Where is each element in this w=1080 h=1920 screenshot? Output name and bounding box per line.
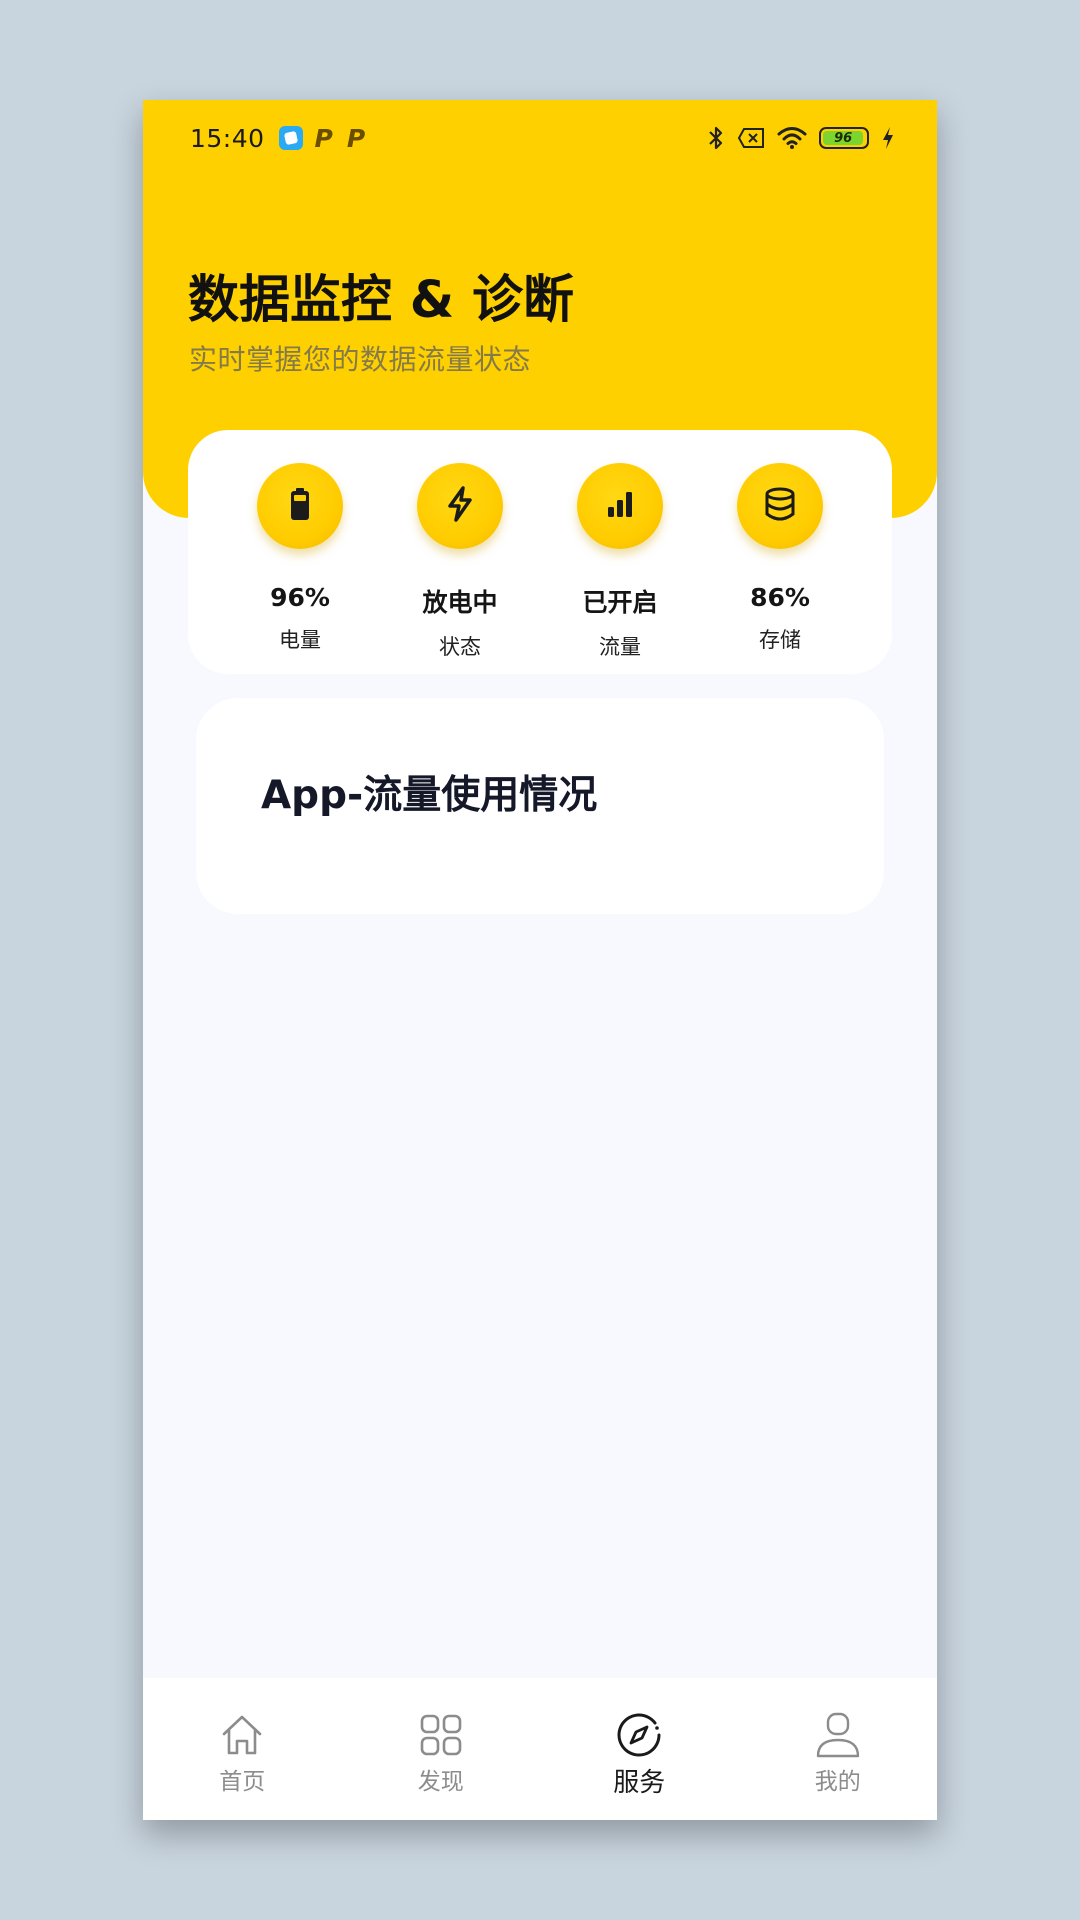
grid-icon	[419, 1710, 463, 1760]
tab-label: 首页	[219, 1769, 266, 1795]
stat-icon-circle	[577, 463, 663, 549]
page-title: 数据监控 & 诊断	[188, 271, 574, 330]
notification-p-icon: P	[314, 123, 333, 153]
signal-bars-icon	[606, 490, 634, 522]
app-card-title: App-流量使用情况	[261, 773, 598, 818]
stat-label: 流量	[599, 635, 641, 659]
compass-icon	[615, 1710, 663, 1760]
user-icon	[815, 1710, 861, 1760]
stat-icon-circle	[737, 463, 823, 549]
no-sim-icon	[737, 127, 765, 149]
tab-mine[interactable]: 我的	[739, 1678, 938, 1820]
stat-status[interactable]: 放电中 状态	[390, 430, 530, 674]
database-icon	[764, 487, 796, 525]
bottom-tab-bar: 首页 发现 服务 我的	[143, 1678, 937, 1820]
battery-indicator: 96	[819, 127, 869, 149]
tab-label: 服务	[613, 1768, 666, 1798]
battery-icon	[289, 487, 311, 525]
charging-icon	[881, 126, 895, 150]
wifi-icon	[777, 126, 807, 150]
status-bar-right: 96	[695, 125, 895, 151]
stat-value: 96%	[270, 583, 330, 612]
lightning-icon	[446, 486, 474, 526]
tab-discover[interactable]: 发现	[342, 1678, 541, 1820]
tab-service[interactable]: 服务	[540, 1678, 739, 1820]
phone-screen: 15:40 P P 96 数据监控 & 诊断 实时掌握您的数据流量状态 96% …	[143, 100, 937, 1820]
stat-value: 86%	[750, 583, 810, 612]
tab-label: 发现	[417, 1769, 464, 1795]
tab-label: 我的	[814, 1769, 861, 1795]
status-time: 15:40	[190, 123, 265, 153]
stat-storage[interactable]: 86% 存储	[710, 430, 850, 674]
battery-level: 96	[823, 131, 864, 146]
stat-battery[interactable]: 96% 电量	[230, 430, 370, 674]
stat-label: 状态	[439, 635, 481, 659]
stat-value: 已开启	[582, 588, 658, 617]
status-bar-left: 15:40 P P	[190, 124, 379, 153]
bluetooth-icon	[707, 125, 725, 151]
home-icon	[220, 1710, 264, 1760]
stat-label: 存储	[759, 628, 801, 652]
page-subtitle: 实时掌握您的数据流量状态	[189, 343, 532, 376]
notification-p-icon-2: P	[346, 123, 366, 153]
stat-label: 电量	[279, 628, 321, 652]
stats-card: 96% 电量 放电中 状态 已开启 流量 86% 存储	[188, 430, 892, 674]
status-bar: 15:40 P P 96	[143, 100, 937, 176]
stat-value: 放电中	[422, 588, 498, 617]
stat-icon-circle	[257, 463, 343, 549]
stat-traffic[interactable]: 已开启 流量	[550, 430, 690, 674]
app-traffic-usage-card[interactable]: App-流量使用情况	[196, 698, 884, 914]
tab-home[interactable]: 首页	[143, 1678, 342, 1820]
notification-app-icon	[278, 126, 303, 150]
stat-icon-circle	[417, 463, 503, 549]
